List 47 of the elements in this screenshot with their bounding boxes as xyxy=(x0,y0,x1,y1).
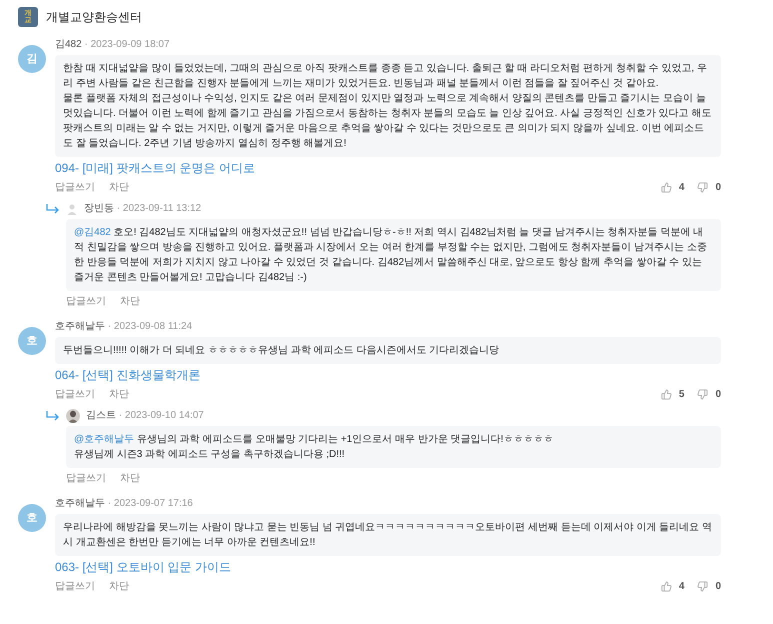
comment-date: · 2023-09-07 17:16 xyxy=(108,498,193,509)
author-name[interactable]: 장빈동 xyxy=(84,203,114,214)
comment-body: @호주해날두 유생님의 과학 에피소드를 오매불망 기다리는 +1인으로서 매우 반가운 댓글입니다!ㅎㅎㅎㅎㅎ 유생님께 시즌3 과학 에피소드 구성을 촉구하겠습니다용 ;D!!! xyxy=(66,426,721,468)
like-count: 4 xyxy=(678,580,684,594)
episode-link[interactable]: 064- [선택] 진화생물학개론 xyxy=(55,366,773,384)
comment-action[interactable]: 차단 xyxy=(120,294,140,309)
comment-date: · 2023-09-08 11:24 xyxy=(108,321,192,332)
dislike-count: 0 xyxy=(715,580,721,594)
comment-action[interactable]: 차단 xyxy=(120,471,140,486)
comment-body: 우리나라에 해방감을 못느끼는 사람이 많냐고 묻는 빈동님 넘 귀엽네요ㅋㅋㅋㅋㅋㅋㅋㅋㅋㅋ오토바이편 세번째 듣는데 이제서야 이게 들리네요 역시 개교환센은 한번만 듣기에는 너무 아까운 컨텐츠네요!! xyxy=(55,514,721,556)
episode-link[interactable]: 063- [선택] 오토바이 입문 가이드 xyxy=(55,558,773,576)
thumbs-down-icon[interactable] xyxy=(697,182,708,193)
like-count: 5 xyxy=(678,388,684,402)
comment-action[interactable]: 답글쓰기 xyxy=(55,180,95,195)
dislike-count: 0 xyxy=(715,181,721,195)
comment-action[interactable]: 답글쓰기 xyxy=(55,579,95,594)
comment-action[interactable]: 차단 xyxy=(109,180,129,195)
comment-action[interactable]: 답글쓰기 xyxy=(55,387,95,402)
author-name[interactable]: 김482 xyxy=(55,39,82,50)
reply-arrow-icon xyxy=(46,204,60,214)
episode-link[interactable]: 094- [미래] 팟캐스트의 운명은 어디로 xyxy=(55,159,773,177)
channel-title: 개별교양환승센터 xyxy=(46,9,142,26)
reply-arrow-icon xyxy=(46,411,60,421)
avatar: 호 xyxy=(18,504,46,532)
comment-action[interactable]: 답글쓰기 xyxy=(66,294,106,309)
thumbs-up-icon[interactable] xyxy=(660,389,672,400)
avatar: 김 xyxy=(18,45,46,73)
comment-action[interactable]: 차단 xyxy=(109,579,129,594)
thumbs-down-icon[interactable] xyxy=(697,581,708,592)
comment-body: 한참 때 지대넓얕을 많이 들었었는데, 그때의 관심으로 아직 팟캐스트를 종종 듣고 있습니다. 출퇴근 할 때 라디오처럼 편하게 청취할 수 있었고, 우리 주변 사람들 같은 친근함을 진행자 분들에게 느끼는 재미가 있었거든요. 빈동님과 패널 분들께서 이런 점들을 잘 짚어주신 것 같아요. 물론 플랫폼 자체의 접근성이나 수익성, 인지도 같은 여러 문제점이 있지만 열정과 노력으로 계속해서 양질의 콘텐츠를 만들고 즐기시는 모습이 늘 멋있습니다. 더불어 이런 노력에 함께 즐기고 관심을 가짐으로서 동참하는 청취자 분들의 모습도 늘 인상 깊어요. 사실 긍정적인 신호가 있다고 해도 팟캐스트의 미래는 알 수 없는 거지만, 이렇게 즐거운 마음으로 추억을 쌓아갈 수 있다는 것만으로도 큰 의미가 되지 않을까 싶네요. 이번 에피소드도 잘 들었습니다. 2주년 기념 방송까지 열심히 정주행 해볼게요! xyxy=(55,55,721,157)
avatar-icon xyxy=(66,202,78,214)
comment-body: 두번들으니!!!!! 이해가 더 되네요 ㅎㅎㅎㅎㅎ유생님 과학 에피소드 다음시즌에서도 기다리겠습니당 xyxy=(55,337,721,364)
comment-date: · 2023-09-10 14:07 xyxy=(118,410,204,421)
avatar: 호 xyxy=(18,327,46,355)
dislike-count: 0 xyxy=(715,388,721,402)
comment-action[interactable]: 답글쓰기 xyxy=(66,471,106,486)
comment-action[interactable]: 차단 xyxy=(109,387,129,402)
author-name[interactable]: 호주해날두 xyxy=(55,321,105,332)
comment-date: · 2023-09-11 13:12 xyxy=(116,203,202,214)
author-name[interactable]: 호주해날두 xyxy=(55,498,105,509)
thumbs-down-icon[interactable] xyxy=(697,389,708,400)
thumbs-up-icon[interactable] xyxy=(660,581,672,592)
comment-date: · 2023-09-09 18:07 xyxy=(84,39,170,50)
comment-body: @김482 호오! 김482님도 지대넓얕의 애청자셨군요!! 넘넘 반갑습니당ㅎ-ㅎ!! 저희 역시 김482님처럼 늘 댓글 남겨주시는 청취자분들 덕분에 내적 친밀감을 쌓으며 방송을 진행하고 있어요. 플랫폼과 시장에서 오는 여러 한계를 부정할 수는 없지만, 그럼에도 청취자분들이 남겨주시는 소중한 반응들 덕분에 저희가 지치지 않고 나아갈 수 있었던 것 같습니다. 김482님께서 말씀해주신 대로, 앞으로도 항상 함께 추억을 쌓아갈 수 있는 즐거운 콘텐츠 만들어볼게요! 고맙습니다 김482님 :-) xyxy=(66,219,721,291)
like-count: 4 xyxy=(678,181,684,195)
thumbs-up-icon[interactable] xyxy=(660,182,672,193)
author-name[interactable]: 김스트 xyxy=(86,410,116,421)
